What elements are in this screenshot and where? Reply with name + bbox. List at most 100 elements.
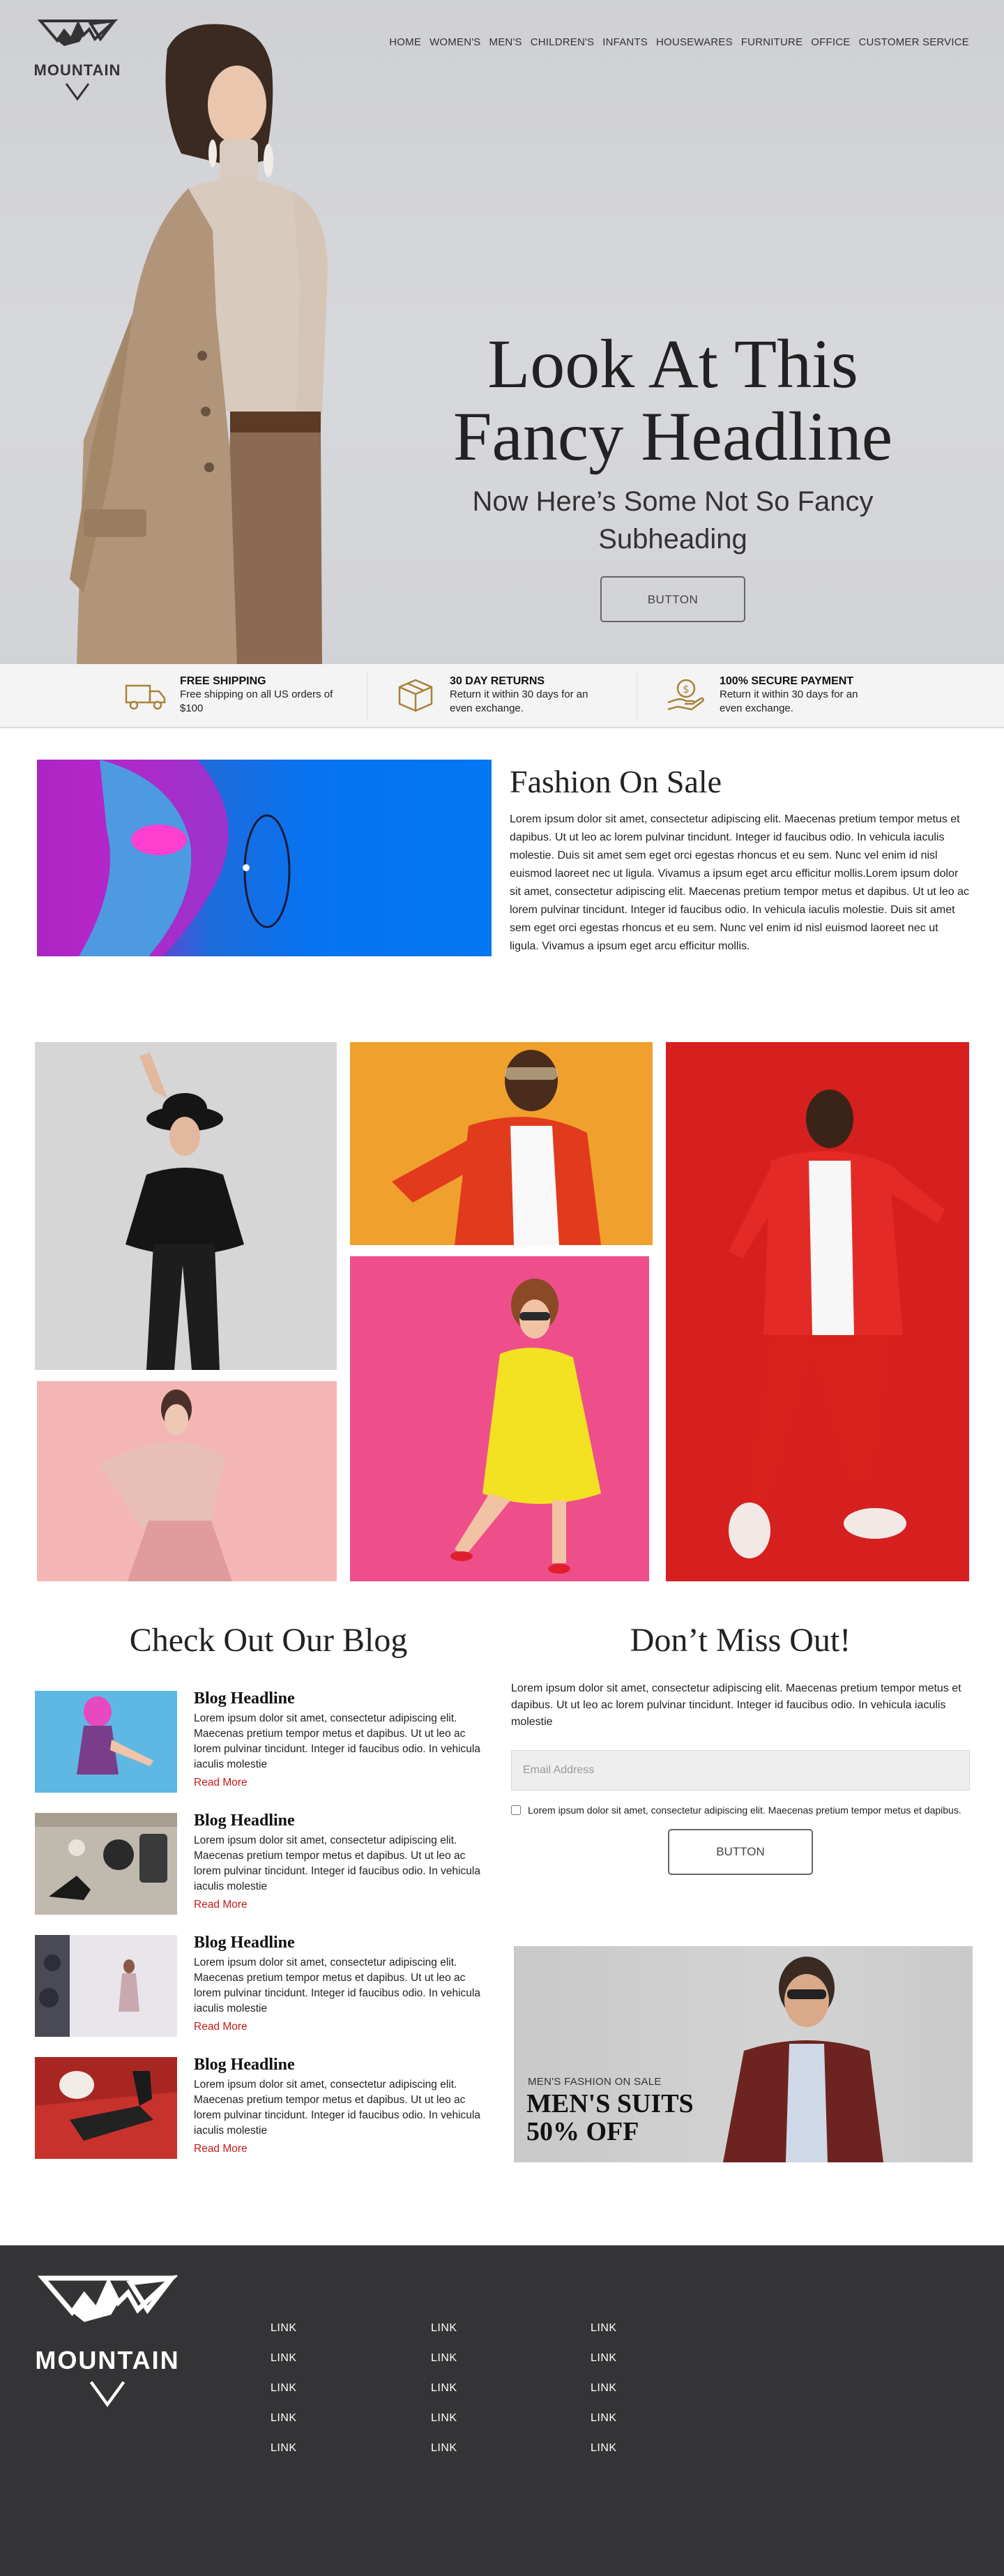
footer-link[interactable]: LINK <box>271 2412 297 2442</box>
sale-body: Lorem ipsum dolor sit amet, consectetur … <box>510 813 969 952</box>
blog-post-excerpt: Lorem ipsum dolor sit amet, consectetur … <box>194 2079 480 2137</box>
box-icon <box>398 679 433 712</box>
blog-thumb-red-studio-graphic <box>35 2057 177 2159</box>
blog-post: Blog Headline Lorem ipsum dolor sit amet… <box>35 1812 495 1935</box>
blog-post-title[interactable]: Blog Headline <box>194 1934 495 1952</box>
nav-infants[interactable]: INFANTS <box>602 36 648 48</box>
gallery-image-man-laughing[interactable] <box>350 1042 653 1245</box>
blog-thumb-flatlay-graphic <box>35 1813 177 1915</box>
footer-link[interactable]: LINK <box>591 2322 617 2352</box>
nav-housewares[interactable]: HOUSEWARES <box>656 36 733 48</box>
blog-list: Blog Headline Lorem ipsum dolor sit amet… <box>35 1689 495 2179</box>
footer-link[interactable]: LINK <box>271 2382 297 2412</box>
site-footer: MOUNTAIN LINK LINK LINK LINK LINK LINK L… <box>0 2245 1004 2576</box>
blog-post: Blog Headline Lorem ipsum dolor sit amet… <box>35 1689 495 1813</box>
footer-link[interactable]: LINK <box>591 2352 617 2382</box>
feature-title: FREE SHIPPING <box>180 675 266 687</box>
model-yellow-dress-graphic <box>450 1279 601 1574</box>
nav-childrens[interactable]: CHILDREN'S <box>531 36 595 48</box>
nav-furniture[interactable]: FURNITURE <box>741 36 803 48</box>
sale-text: Fashion On Sale Lorem ipsum dolor sit am… <box>510 763 970 956</box>
promo-headline-line2: 50% OFF <box>526 2117 639 2146</box>
svg-text:$: $ <box>683 683 690 695</box>
gallery-image-man-dancing[interactable] <box>666 1042 969 1581</box>
gallery-image-black-outfit[interactable] <box>35 1042 337 1370</box>
hero-copy: Look At This Fancy Headline Now Here’s S… <box>411 328 934 622</box>
mountain-logo-icon <box>37 2275 178 2322</box>
footer-brand-name: MOUNTAIN <box>35 2346 180 2374</box>
footer-link[interactable]: LINK <box>271 2352 297 2382</box>
hero-subtitle-line2: Subheading <box>598 524 747 555</box>
sale-image[interactable] <box>37 760 492 956</box>
feature-desc: Return it within 30 days for an even exc… <box>720 688 858 714</box>
blog-post-thumbnail[interactable] <box>35 1691 177 1793</box>
blog-post-thumbnail[interactable] <box>35 1935 177 2037</box>
footer-links-col-2: LINK LINK LINK LINK LINK <box>431 2322 457 2472</box>
footer-links-col-3: LINK LINK LINK LINK LINK <box>591 2322 617 2472</box>
blog-post-excerpt: Lorem ipsum dolor sit amet, consectetur … <box>194 1835 480 1892</box>
read-more-link[interactable]: Read More <box>194 2143 248 2155</box>
feature-secure-payment: $ 100% SECURE PAYMENT Return it within 3… <box>637 671 906 720</box>
gallery-image-pink-outfit[interactable] <box>37 1381 337 1581</box>
nav-mens[interactable]: MEN'S <box>489 36 522 48</box>
footer-link[interactable]: LINK <box>271 2322 297 2352</box>
feature-returns: 30 DAY RETURNS Return it within 30 days … <box>367 671 637 720</box>
hand-dollar-icon: $ <box>667 679 704 711</box>
model-pink-fur-graphic <box>100 1389 232 1581</box>
read-more-link[interactable]: Read More <box>194 1899 248 1911</box>
sale-title: Fashion On Sale <box>510 764 722 799</box>
blog-post: Blog Headline Lorem ipsum dolor sit amet… <box>35 1934 495 2057</box>
footer-link[interactable]: LINK <box>591 2382 617 2412</box>
blog-post-thumbnail[interactable] <box>35 2057 177 2159</box>
feature-title: 30 DAY RETURNS <box>450 675 545 687</box>
footer-logo[interactable]: MOUNTAIN <box>31 2273 184 2411</box>
promo-kicker: MEN'S FASHION ON SALE <box>528 2076 662 2088</box>
email-field[interactable] <box>511 1750 970 1791</box>
blog-post-excerpt: Lorem ipsum dolor sit amet, consectetur … <box>194 1957 480 2014</box>
footer-link[interactable]: LINK <box>591 2412 617 2442</box>
blog-thumb-pink-hair-graphic <box>35 1691 177 1793</box>
logo-chevron-icon <box>89 2381 126 2407</box>
newsletter-submit-button[interactable]: BUTTON <box>668 1829 813 1875</box>
newsletter-body: Lorem ipsum dolor sit amet, consectetur … <box>511 1682 961 1728</box>
hero-subtitle: Now Here’s Some Not So Fancy Subheading <box>411 483 934 558</box>
gallery-image-yellow-dress[interactable] <box>350 1256 649 1581</box>
footer-link[interactable]: LINK <box>431 2322 457 2352</box>
man-red-jacket-graphic <box>392 1050 601 1245</box>
promo-headline: MEN'S SUITS 50% OFF <box>526 2090 694 2146</box>
footer-link[interactable]: LINK <box>431 2442 457 2472</box>
feature-title: 100% SECURE PAYMENT <box>720 675 854 687</box>
nav-customer-service[interactable]: CUSTOMER SERVICE <box>858 36 969 48</box>
consent-checkbox[interactable] <box>511 1805 521 1815</box>
footer-link[interactable]: LINK <box>431 2382 457 2412</box>
footer-link[interactable]: LINK <box>431 2352 457 2382</box>
photo-gallery <box>0 1014 1004 1621</box>
consent-checkbox-row[interactable]: Lorem ipsum dolor sit amet, consectetur … <box>511 1803 970 1818</box>
blog-post-thumbnail[interactable] <box>35 1813 177 1915</box>
blog-post-title[interactable]: Blog Headline <box>194 2056 495 2074</box>
read-more-link[interactable]: Read More <box>194 1777 248 1789</box>
footer-link[interactable]: LINK <box>431 2412 457 2442</box>
mens-suits-promo-banner[interactable]: MEN'S FASHION ON SALE MEN'S SUITS 50% OF… <box>514 1946 973 2162</box>
hero-subtitle-line1: Now Here’s Some Not So Fancy <box>472 486 874 517</box>
nav-office[interactable]: OFFICE <box>811 36 850 48</box>
main-nav: HOME WOMEN'S MEN'S CHILDREN'S INFANTS HO… <box>389 36 969 48</box>
newsletter-signup: Don’t Miss Out! Lorem ipsum dolor sit am… <box>511 1621 970 1875</box>
footer-links-col-1: LINK LINK LINK LINK LINK <box>271 2322 297 2472</box>
blog-post-title[interactable]: Blog Headline <box>194 1812 495 1830</box>
model-black-outfit-graphic <box>126 1053 244 1370</box>
blog-newsletter-section: Check Out Our Blog Blog Headline Lorem i… <box>0 1621 1004 2245</box>
blog-post: Blog Headline Lorem ipsum dolor sit amet… <box>35 2056 495 2179</box>
hero-button[interactable]: BUTTON <box>600 576 745 622</box>
blog-post-title[interactable]: Blog Headline <box>194 1689 495 1708</box>
consent-label: Lorem ipsum dolor sit amet, consectetur … <box>528 1805 961 1816</box>
hero-model-image <box>70 24 328 664</box>
read-more-link[interactable]: Read More <box>194 2021 248 2033</box>
neon-portrait-graphic <box>37 760 291 956</box>
hero-title: Look At This Fancy Headline <box>411 328 934 473</box>
promo-headline-line1: MEN'S SUITS <box>526 2089 694 2118</box>
footer-link[interactable]: LINK <box>591 2442 617 2472</box>
footer-link[interactable]: LINK <box>271 2442 297 2472</box>
feature-free-shipping: FREE SHIPPING Free shipping on all US or… <box>98 671 367 720</box>
nav-womens[interactable]: WOMEN'S <box>429 36 480 48</box>
